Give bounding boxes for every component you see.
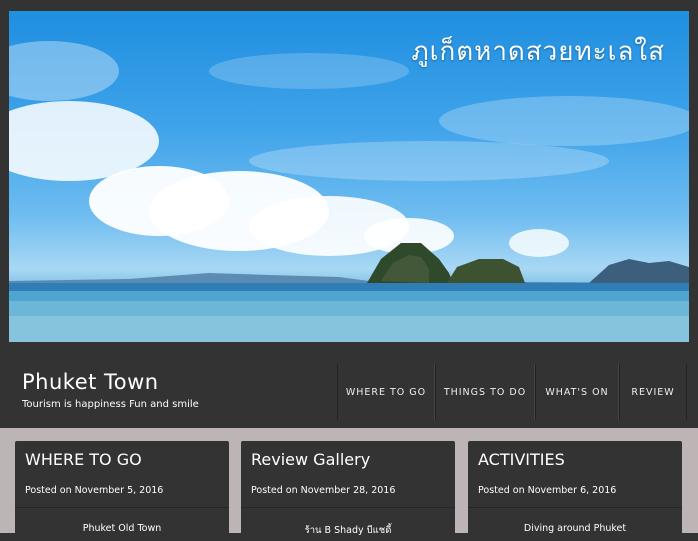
card-divider — [15, 507, 229, 508]
card-title[interactable]: WHERE TO GO — [25, 450, 142, 469]
post-date[interactable]: November 28, 2016 — [301, 485, 396, 496]
posted-on-label: Posted on — [478, 485, 525, 496]
card-list-item[interactable]: ร้าน B Shady บีแชดี้ — [241, 523, 455, 538]
card-review-gallery: Review Gallery Posted on November 28, 20… — [241, 441, 455, 541]
posted-on-label: Posted on — [251, 485, 298, 496]
card-list-item[interactable]: Phuket Old Town — [15, 523, 229, 534]
nav-item-things-to-do[interactable]: THINGS TO DO — [435, 364, 535, 420]
site-header: Phuket Town Tourism is happiness Fun and… — [0, 342, 698, 428]
card-title[interactable]: ACTIVITIES — [478, 450, 565, 469]
hero-banner: ภูเก็ตหาดสวยทะเลใส — [9, 11, 689, 342]
card-meta: Posted on November 5, 2016 — [25, 485, 163, 496]
main-navigation: WHERE TO GO THINGS TO DO WHAT'S ON REVIE… — [337, 364, 687, 420]
nav-item-where-to-go[interactable]: WHERE TO GO — [337, 364, 435, 420]
card-where-to-go: WHERE TO GO Posted on November 5, 2016 P… — [15, 441, 229, 541]
card-meta: Posted on November 6, 2016 — [478, 485, 616, 496]
card-list-item[interactable]: Diving around Phuket — [468, 523, 682, 534]
post-date[interactable]: November 5, 2016 — [75, 485, 164, 496]
card-divider — [468, 507, 682, 508]
posted-on-label: Posted on — [25, 485, 72, 496]
hero-caption: ภูเก็ตหาดสวยทะเลใส — [411, 37, 665, 67]
site-tagline: Tourism is happiness Fun and smile — [22, 399, 199, 410]
nav-item-review[interactable]: REVIEW — [619, 364, 687, 420]
site-title[interactable]: Phuket Town — [22, 370, 159, 394]
card-activities: ACTIVITIES Posted on November 6, 2016 Di… — [468, 441, 682, 541]
post-date[interactable]: November 6, 2016 — [528, 485, 617, 496]
nav-item-whats-on[interactable]: WHAT'S ON — [535, 364, 619, 420]
content-area: WHERE TO GO Posted on November 5, 2016 P… — [0, 428, 698, 541]
card-meta: Posted on November 28, 2016 — [251, 485, 395, 496]
card-title[interactable]: Review Gallery — [251, 450, 370, 469]
card-divider — [241, 507, 455, 508]
